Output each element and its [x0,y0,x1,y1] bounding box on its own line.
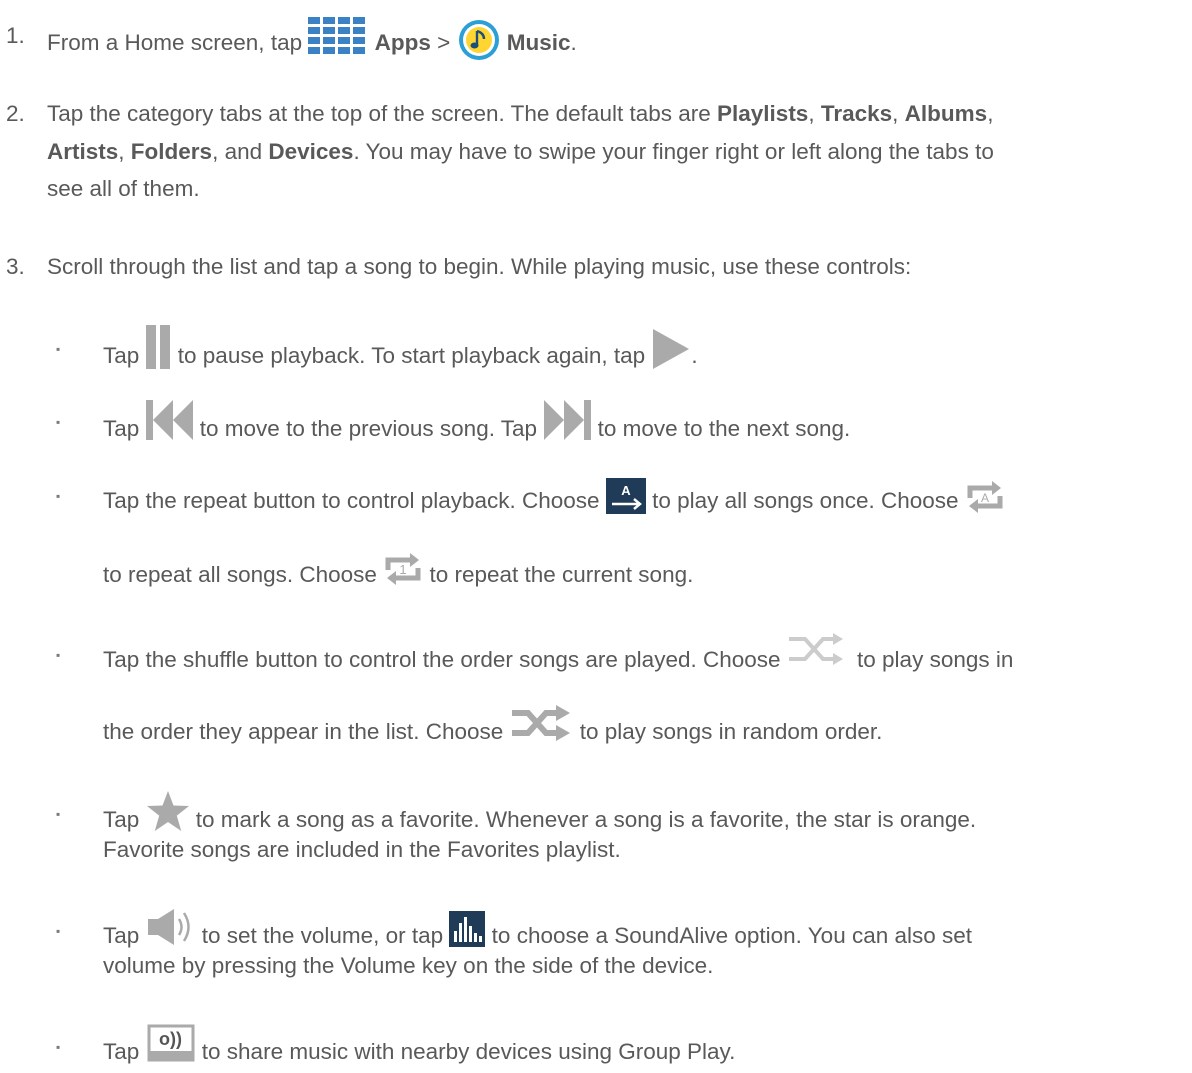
bullet-marker: ▪ [56,924,61,938]
bullet-marker: ▪ [56,489,61,503]
step-text: Scroll through the list and tap a song t… [47,254,912,279]
bullet-text: to move to the next song. [591,415,851,441]
conjunction: , and [212,139,269,164]
tab-name-devices: Devices [268,139,354,164]
shuffle-off-icon [787,629,851,669]
bullet-text: to mark a song as a favorite. Whenever a… [189,806,977,832]
tab-name-playlists: Playlists [717,101,809,126]
music-note-icon [457,18,501,62]
volume-icon [146,907,196,947]
pause-icon [145,325,172,369]
apps-label: Apps [374,29,431,55]
bullet-text: Tap the repeat button to control playbac… [103,487,606,513]
bullet-text: Tap [103,1038,146,1064]
tab-name-albums: Albums [904,101,988,126]
instruction-document: 1. From a Home screen, tap Apps > Music.… [0,0,1192,1064]
bullet-text: Favorite songs are included in the Favor… [103,837,621,862]
bullet-text: . [691,342,698,368]
bullet-text: to share music with nearby devices using… [195,1038,736,1064]
comma: , [987,101,994,126]
bullet-text: volume by pressing the Volume key on the… [103,953,714,978]
star-icon [146,790,190,832]
bullet-marker: ▪ [56,342,61,356]
bullet-text: to choose a SoundAlive option. You can a… [485,922,973,948]
repeat-one-icon: 1 [383,548,423,588]
comma: , [808,101,821,126]
bullet-marker: ▪ [56,1040,61,1054]
bullet-text: to move to the previous song. Tap [193,415,544,441]
bullet-text: to pause playback. To start playback aga… [171,342,652,368]
svg-text:o)): o)) [159,1029,182,1049]
bullet-text: Tap the shuffle button to control the or… [103,646,787,672]
period: . [570,29,577,55]
repeat-off-icon: A [605,478,646,514]
svg-text:A: A [621,483,631,498]
bullet-text: the order they appear in the list. Choos… [103,718,510,744]
group-play-icon: o)) [146,1023,196,1063]
bullet-text: Tap [103,342,146,368]
apps-grid-icon [308,17,368,57]
step-text: . You may have to swipe your finger righ… [353,139,994,164]
bullet-text: Tap [103,922,146,948]
step-number: 1. [6,23,25,48]
bullet-text: to repeat all songs. Choose [103,561,384,587]
step-text: From a Home screen, tap [47,29,309,55]
bullet-marker: ▪ [56,648,61,662]
comma: , [118,139,131,164]
step-text: see all of them. [47,176,200,201]
repeat-all-icon: A [965,476,1005,516]
bullet-text: to play songs in random order. [573,718,883,744]
step-number: 3. [6,254,25,279]
bullet-text: to set the volume, or tap [195,922,450,948]
tab-name-tracks: Tracks [820,101,893,126]
step-text: Tap the category tabs at the top of the … [47,101,718,126]
play-icon [651,327,691,371]
previous-track-icon [145,398,194,442]
bullet-text: to repeat the current song. [423,561,694,587]
bullet-text: to play songs in [850,646,1014,672]
bullet-marker: ▪ [56,807,61,821]
tab-name-artists: Artists [47,139,119,164]
bullet-text: Tap [103,806,146,832]
comma: , [892,101,905,126]
shuffle-on-icon [510,703,574,743]
bullet-text: to play all songs once. Choose [645,487,965,513]
bullet-text: Tap [103,415,146,441]
separator: > [430,29,457,55]
bullet-marker: ▪ [56,415,61,429]
next-track-icon [543,398,592,442]
soundalive-equalizer-icon [449,911,486,947]
music-label: Music [506,29,571,55]
svg-text:A: A [981,491,989,505]
svg-text:1: 1 [400,562,407,577]
step-number: 2. [6,101,25,126]
tab-name-folders: Folders [130,139,213,164]
